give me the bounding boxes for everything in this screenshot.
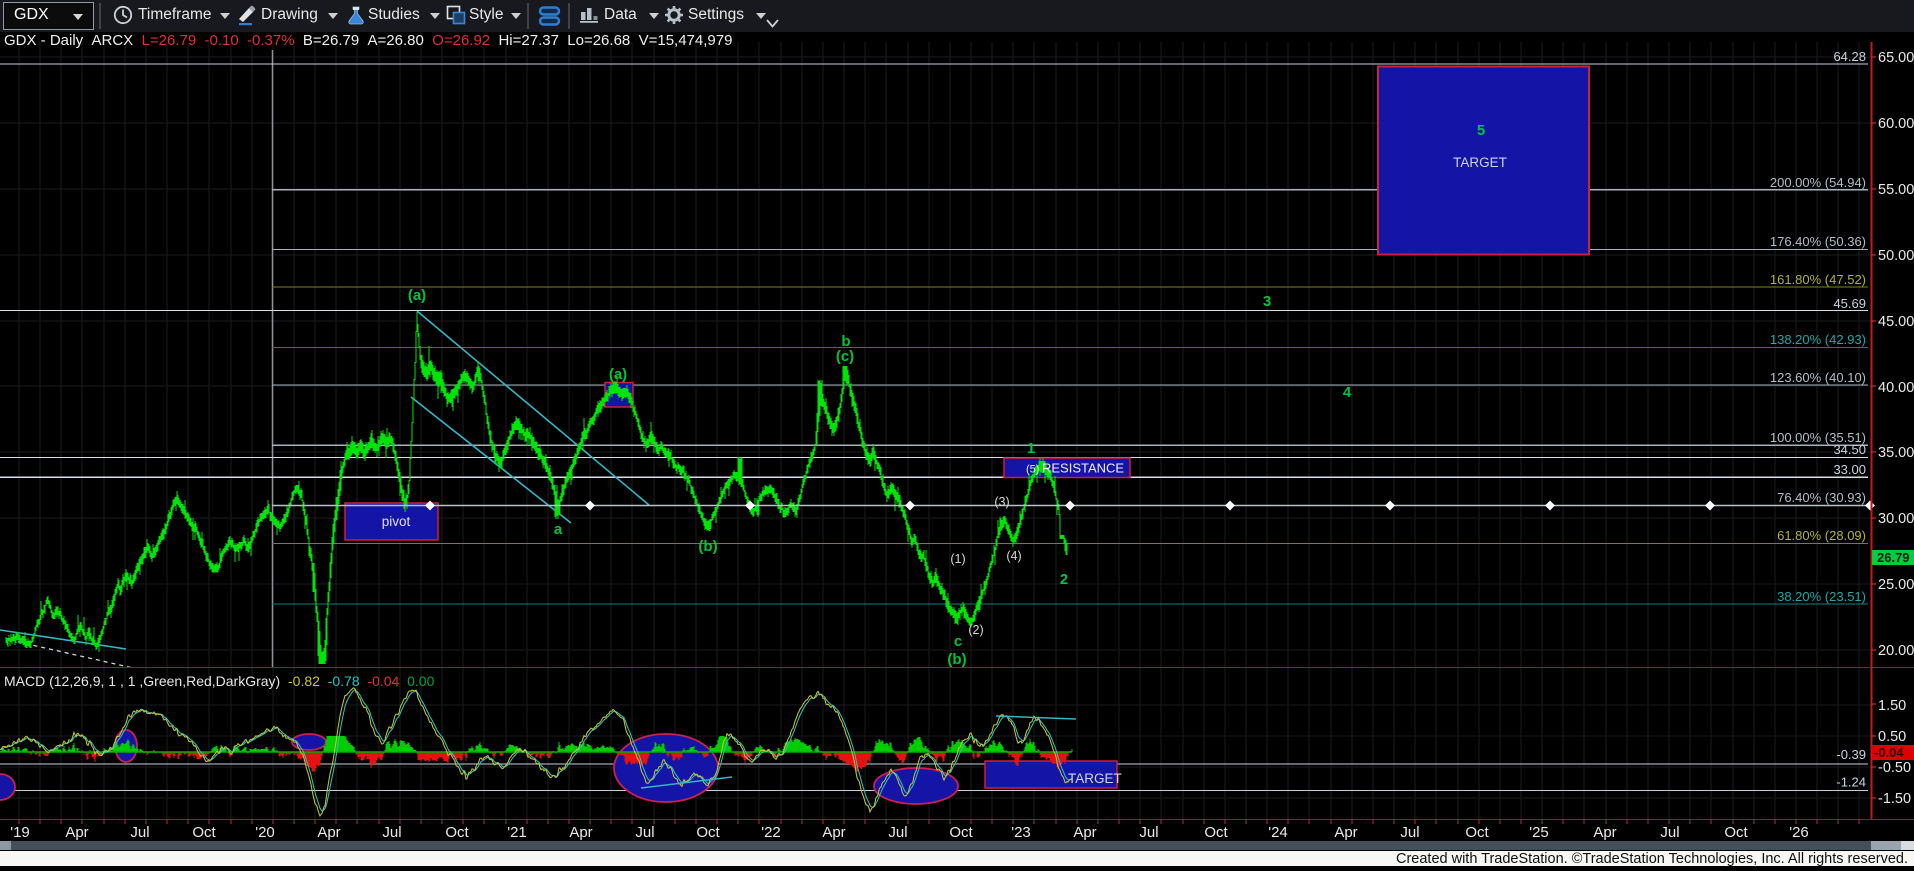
svg-text:25.00: 25.00 — [1878, 577, 1914, 593]
svg-text:Oct: Oct — [949, 824, 973, 841]
svg-text:Jul: Jul — [382, 824, 401, 841]
svg-text:'20: '20 — [255, 824, 275, 841]
svg-text:61.80% (28.09): 61.80% (28.09) — [1777, 528, 1866, 543]
svg-text:33.00: 33.00 — [1833, 462, 1866, 477]
svg-text:RESISTANCE: RESISTANCE — [1042, 461, 1124, 476]
svg-text:45.00: 45.00 — [1878, 314, 1914, 330]
svg-text:123.60% (40.10): 123.60% (40.10) — [1770, 370, 1866, 385]
svg-text:'23: '23 — [1011, 824, 1031, 841]
svg-text:Apr: Apr — [822, 824, 845, 841]
svg-text:'25: '25 — [1529, 824, 1549, 841]
svg-text:Apr: Apr — [317, 824, 340, 841]
svg-text:(4): (4) — [1006, 549, 1021, 563]
svg-text:34.50: 34.50 — [1833, 442, 1866, 457]
svg-text:50.00: 50.00 — [1878, 248, 1914, 264]
svg-text:(2): (2) — [968, 623, 983, 637]
svg-text:4: 4 — [1343, 384, 1352, 401]
svg-text:Jul: Jul — [130, 824, 149, 841]
svg-text:1: 1 — [1027, 440, 1035, 457]
svg-text:(3): (3) — [994, 495, 1009, 509]
svg-text:1.50: 1.50 — [1878, 698, 1906, 714]
svg-text:(b): (b) — [947, 651, 966, 668]
svg-text:-0.50: -0.50 — [1878, 760, 1911, 776]
svg-text:TARGET: TARGET — [1453, 155, 1507, 170]
svg-text:Oct: Oct — [1724, 824, 1748, 841]
svg-text:200.00% (54.94): 200.00% (54.94) — [1770, 175, 1866, 190]
svg-text:40.00: 40.00 — [1878, 380, 1914, 396]
svg-text:5: 5 — [1477, 122, 1485, 139]
svg-text:3: 3 — [1263, 293, 1271, 310]
svg-text:a: a — [554, 521, 563, 538]
svg-text:Oct: Oct — [1465, 824, 1489, 841]
svg-text:161.80% (47.52): 161.80% (47.52) — [1770, 272, 1866, 287]
svg-text:pivot: pivot — [382, 514, 411, 529]
svg-text:(1): (1) — [950, 552, 965, 566]
svg-text:Jul: Jul — [1139, 824, 1158, 841]
svg-text:-1.24: -1.24 — [1836, 775, 1866, 790]
svg-text:2: 2 — [1060, 571, 1068, 588]
svg-text:76.40% (30.93): 76.40% (30.93) — [1777, 490, 1866, 505]
svg-text:'22: '22 — [761, 824, 781, 841]
svg-text:Oct: Oct — [1204, 824, 1228, 841]
svg-text:'24: '24 — [1268, 824, 1288, 841]
svg-text:'21: '21 — [507, 824, 527, 841]
svg-text:-0.39: -0.39 — [1836, 747, 1866, 762]
svg-text:Oct: Oct — [192, 824, 216, 841]
svg-text:-0.04: -0.04 — [1874, 745, 1904, 760]
svg-text:'26: '26 — [1789, 824, 1809, 841]
svg-text:Created with TradeStation. ©Tr: Created with TradeStation. ©TradeStation… — [1396, 851, 1908, 866]
svg-text:c: c — [954, 633, 962, 650]
svg-text:Jul: Jul — [888, 824, 907, 841]
svg-text:Oct: Oct — [445, 824, 469, 841]
svg-text:60.00: 60.00 — [1878, 116, 1914, 132]
svg-text:Jul: Jul — [635, 824, 654, 841]
svg-text:55.00: 55.00 — [1878, 182, 1914, 198]
svg-text:Jul: Jul — [1400, 824, 1419, 841]
svg-text:35.00: 35.00 — [1878, 445, 1914, 461]
svg-text:176.40% (50.36): 176.40% (50.36) — [1770, 234, 1866, 249]
svg-text:64.28: 64.28 — [1833, 49, 1866, 64]
svg-text:(a): (a) — [408, 287, 426, 304]
svg-text:(a): (a) — [609, 366, 627, 383]
svg-text:65.00: 65.00 — [1878, 50, 1914, 66]
svg-text:Apr: Apr — [1334, 824, 1357, 841]
svg-text:(b): (b) — [698, 538, 717, 555]
svg-text:Apr: Apr — [65, 824, 88, 841]
svg-text:Oct: Oct — [696, 824, 720, 841]
svg-text:38.20% (23.51): 38.20% (23.51) — [1777, 589, 1866, 604]
svg-text:(c): (c) — [836, 348, 854, 365]
svg-text:0.50: 0.50 — [1878, 729, 1906, 745]
svg-text:Apr: Apr — [569, 824, 592, 841]
svg-text:20.00: 20.00 — [1878, 643, 1914, 659]
svg-text:30.00: 30.00 — [1878, 511, 1914, 527]
svg-text:(5): (5) — [1026, 464, 1039, 476]
svg-text:26.79: 26.79 — [1877, 550, 1910, 565]
svg-text:45.69: 45.69 — [1833, 296, 1866, 311]
svg-text:138.20% (42.93): 138.20% (42.93) — [1770, 332, 1866, 347]
svg-text:'19: '19 — [10, 824, 30, 841]
svg-text:TARGET: TARGET — [1068, 771, 1122, 786]
svg-text:MACD (12,26,9, 1 , 1 ,Green,Re: MACD (12,26,9, 1 , 1 ,Green,Red,DarkGray… — [4, 673, 435, 689]
svg-text:Jul: Jul — [1660, 824, 1679, 841]
svg-text:Apr: Apr — [1593, 824, 1616, 841]
svg-text:Apr: Apr — [1073, 824, 1096, 841]
svg-text:-1.50: -1.50 — [1878, 791, 1911, 807]
